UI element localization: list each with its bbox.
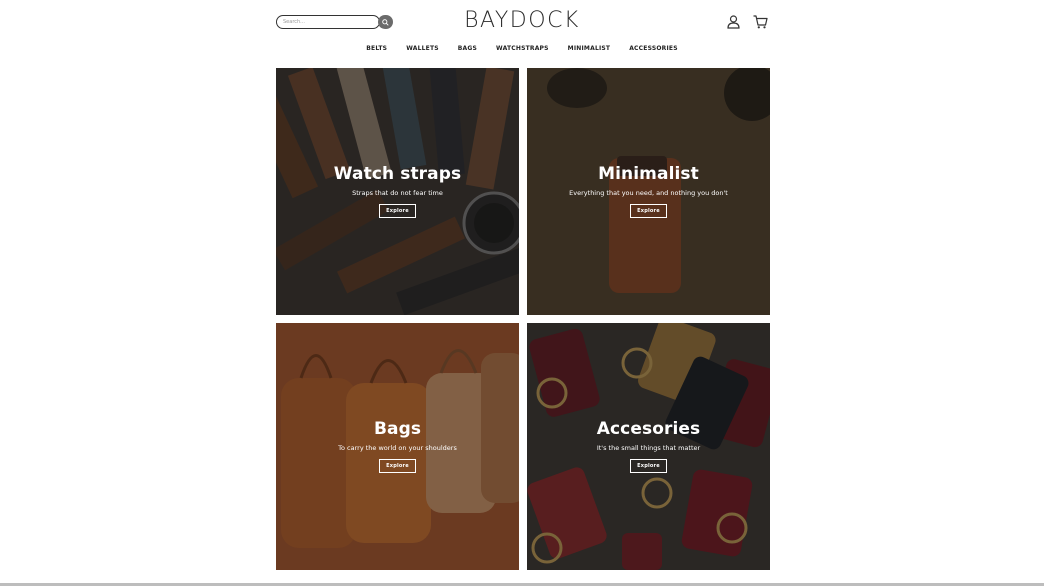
tile-content: Accesories It's the small things that ma… xyxy=(527,418,770,473)
nav-item-watchstraps[interactable]: WATCHSTRAPS xyxy=(496,45,549,52)
tile-subtitle: To carry the world on your shoulders xyxy=(338,444,457,452)
category-tile-watch-straps[interactable]: Watch straps Straps that do not fear tim… xyxy=(276,68,519,315)
explore-button[interactable]: Explore xyxy=(379,204,416,218)
category-tile-bags[interactable]: Bags To carry the world on your shoulder… xyxy=(276,323,519,570)
user-icon xyxy=(727,14,740,29)
main-nav: BELTS WALLETS BAGS WATCHSTRAPS MINIMALIS… xyxy=(0,45,1044,52)
nav-item-minimalist[interactable]: MINIMALIST xyxy=(568,45,611,52)
search-input[interactable] xyxy=(276,15,380,29)
tile-title: Bags xyxy=(373,419,422,439)
page: BAYDOCK BELTS WALLETS BAGS WATCHSTRAPS M… xyxy=(0,0,1044,586)
cart-icon xyxy=(753,14,768,28)
explore-button[interactable]: Explore xyxy=(630,204,667,218)
cart-button[interactable] xyxy=(753,14,768,29)
search-bar xyxy=(276,15,393,29)
search-button[interactable] xyxy=(378,15,393,29)
tile-subtitle: Straps that do not fear time xyxy=(352,189,443,197)
explore-button[interactable]: Explore xyxy=(630,459,667,473)
brand-logo[interactable]: BAYDOCK xyxy=(422,8,622,33)
tile-title: Accesories xyxy=(596,419,701,439)
tile-content: Bags To carry the world on your shoulder… xyxy=(276,418,519,473)
tile-content: Minimalist Everything that you need, and… xyxy=(527,163,770,218)
nav-item-wallets[interactable]: WALLETS xyxy=(406,45,439,52)
explore-button[interactable]: Explore xyxy=(379,459,416,473)
nav-item-bags[interactable]: BAGS xyxy=(458,45,477,52)
nav-item-belts[interactable]: BELTS xyxy=(366,45,387,52)
tile-title: Minimalist xyxy=(598,164,699,184)
account-button[interactable] xyxy=(726,14,741,29)
tile-content: Watch straps Straps that do not fear tim… xyxy=(276,163,519,218)
header-icons xyxy=(726,14,768,29)
nav-item-accessories[interactable]: ACCESSORIES xyxy=(629,45,678,52)
tile-subtitle: Everything that you need, and nothing yo… xyxy=(569,189,728,197)
tile-subtitle: It's the small things that matter xyxy=(596,444,701,452)
category-tile-minimalist[interactable]: Minimalist Everything that you need, and… xyxy=(527,68,770,315)
search-icon xyxy=(382,18,389,26)
category-tile-accessories[interactable]: Accesories It's the small things that ma… xyxy=(527,323,770,570)
tile-title: Watch straps xyxy=(333,164,462,184)
